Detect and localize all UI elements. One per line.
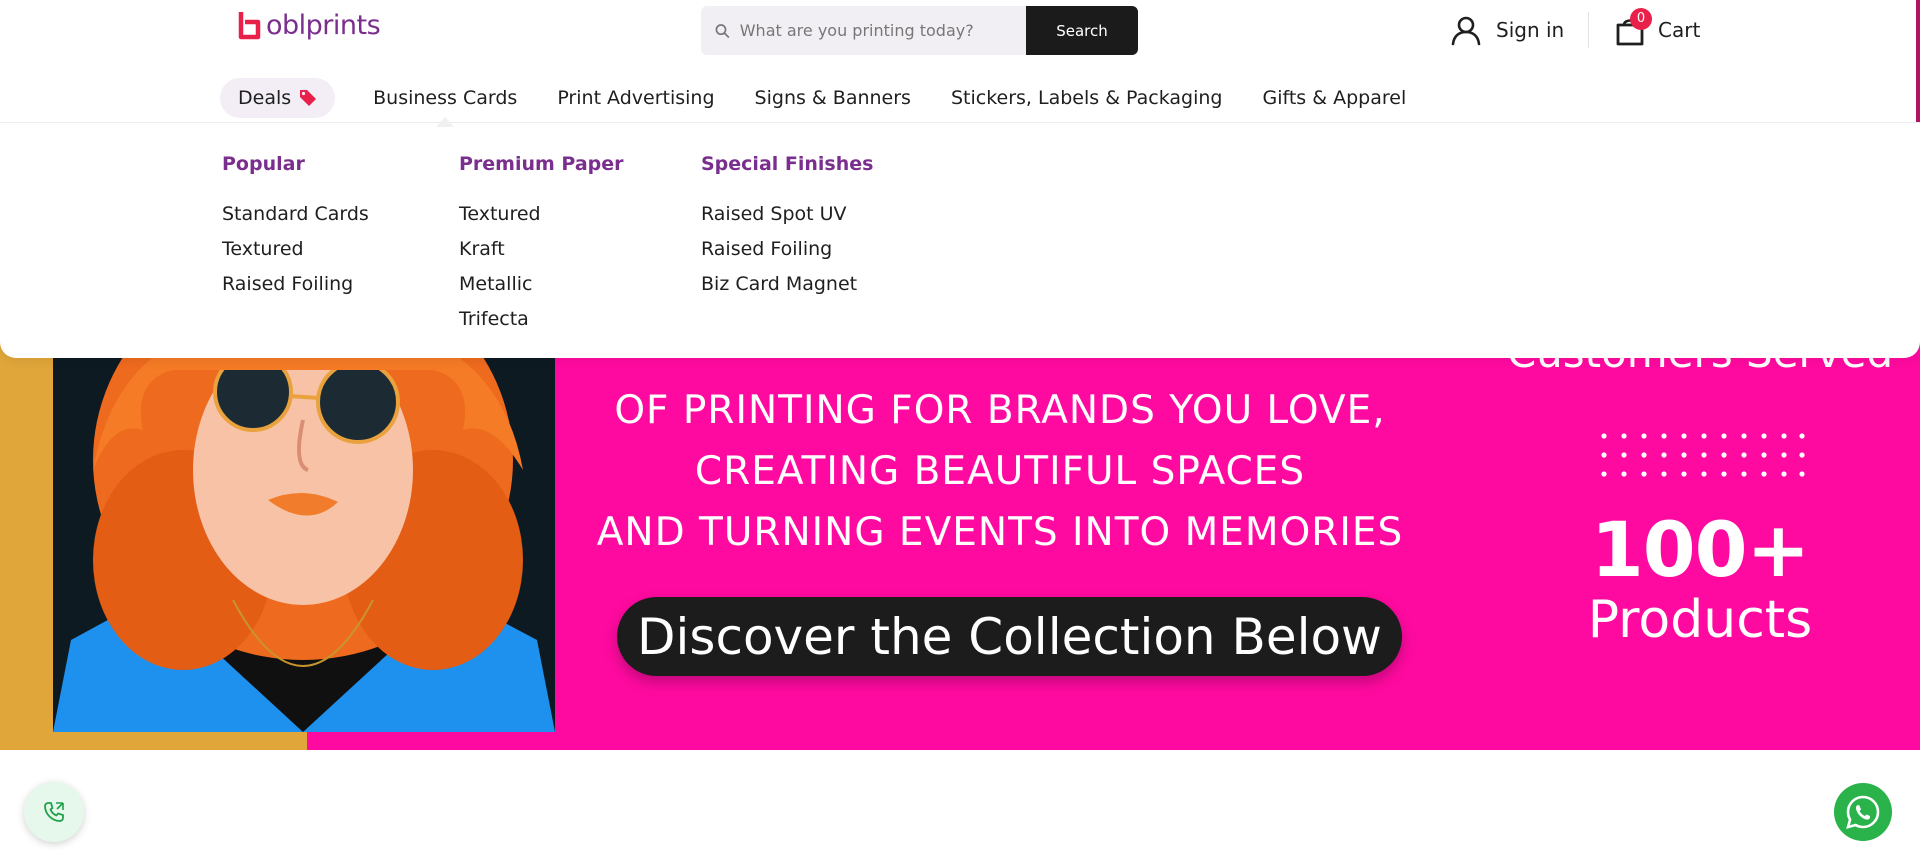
sign-in-label: Sign in bbox=[1496, 18, 1565, 42]
cart-link[interactable]: 0 Cart bbox=[1614, 8, 1700, 52]
nav-item-signs-banners[interactable]: Signs & Banners bbox=[755, 87, 911, 109]
tag-icon bbox=[300, 90, 317, 106]
header-divider bbox=[1588, 12, 1589, 48]
nav-item-print-advertising[interactable]: Print Advertising bbox=[557, 87, 714, 109]
dropdown-link-textured[interactable]: Textured bbox=[222, 232, 369, 267]
sign-in-link[interactable]: Sign in bbox=[1450, 12, 1564, 48]
dropdown-column-popular: Popular Standard Cards Textured Raised F… bbox=[222, 153, 369, 302]
logo[interactable]: oblprints bbox=[238, 6, 381, 44]
hero-line-2: CREATING BEAUTIFUL SPACES bbox=[694, 449, 1306, 494]
search-field bbox=[701, 6, 1026, 55]
dropdown-link-kraft[interactable]: Kraft bbox=[459, 232, 624, 267]
dropdown-link-raised-spot-uv[interactable]: Raised Spot UV bbox=[701, 197, 873, 232]
cart-label: Cart bbox=[1658, 18, 1701, 42]
products-label: Products bbox=[1587, 590, 1813, 650]
search-button[interactable]: Search bbox=[1026, 6, 1138, 55]
nav-deals-label: Deals bbox=[238, 87, 292, 109]
dropdown-column-title: Special Finishes bbox=[701, 153, 874, 175]
site-header: oblprints Search Sign in 0 Cart bbox=[0, 0, 1920, 127]
dropdown-link-metallic[interactable]: Metallic bbox=[459, 267, 624, 302]
main-nav: Deals Business Cards Print Advertising S… bbox=[220, 76, 1446, 127]
dropdown-link-trifecta[interactable]: Trifecta bbox=[459, 302, 624, 337]
dropdown-link-standard-cards[interactable]: Standard Cards bbox=[222, 197, 369, 232]
dropdown-column-special-finishes: Special Finishes Raised Spot UV Raised F… bbox=[701, 153, 873, 302]
products-count: 100+ bbox=[1590, 505, 1810, 594]
portrait-illustration bbox=[53, 340, 555, 732]
phone-icon bbox=[44, 802, 64, 822]
cart-count-badge: 0 bbox=[1630, 8, 1652, 30]
hero-tagline: OF PRINTING FOR BRANDS YOU LOVE, CREATIN… bbox=[560, 380, 1440, 563]
search-bar: Search bbox=[701, 6, 1138, 55]
scroll-edge-bar bbox=[1916, 0, 1920, 122]
dropdown-link-raised-foiling[interactable]: Raised Foiling bbox=[222, 267, 369, 302]
business-cards-dropdown: Popular Standard Cards Textured Raised F… bbox=[0, 122, 1920, 358]
dropdown-column-title: Premium Paper bbox=[459, 153, 624, 175]
whatsapp-button[interactable] bbox=[1834, 783, 1892, 841]
hero-portrait-image bbox=[53, 340, 555, 732]
nav-item-stickers-labels-packaging[interactable]: Stickers, Labels & Packaging bbox=[951, 87, 1223, 109]
nav-item-deals[interactable]: Deals bbox=[220, 78, 336, 118]
search-icon bbox=[715, 23, 730, 38]
cart-icon-wrap: 0 bbox=[1614, 8, 1652, 46]
dropdown-column-title: Popular bbox=[222, 153, 305, 175]
nav-item-gifts-apparel[interactable]: Gifts & Apparel bbox=[1263, 87, 1407, 109]
dropdown-link-biz-card-magnet[interactable]: Biz Card Magnet bbox=[701, 267, 873, 302]
dot-pattern bbox=[1601, 433, 1805, 477]
logo-mark-icon bbox=[238, 12, 261, 40]
nav-item-business-cards[interactable]: Business Cards bbox=[373, 87, 517, 127]
dropdown-link-raised-foiling-finish[interactable]: Raised Foiling bbox=[701, 232, 873, 267]
call-button[interactable] bbox=[24, 782, 84, 842]
hero-line-1: OF PRINTING FOR BRANDS YOU LOVE, bbox=[614, 388, 1386, 433]
discover-collection-button[interactable]: Discover the Collection Below bbox=[617, 597, 1402, 676]
user-icon bbox=[1451, 16, 1481, 46]
dropdown-column-premium-paper: Premium Paper Textured Kraft Metallic Tr… bbox=[459, 153, 624, 337]
whatsapp-icon bbox=[1846, 795, 1880, 829]
hero-line-3: AND TURNING EVENTS INTO MEMORIES bbox=[596, 510, 1404, 555]
dropdown-link-textured-paper[interactable]: Textured bbox=[459, 197, 624, 232]
hero-banner: OF PRINTING FOR BRANDS YOU LOVE, CREATIN… bbox=[0, 340, 1920, 750]
logo-text: oblprints bbox=[266, 9, 381, 41]
search-input[interactable] bbox=[739, 21, 1026, 40]
